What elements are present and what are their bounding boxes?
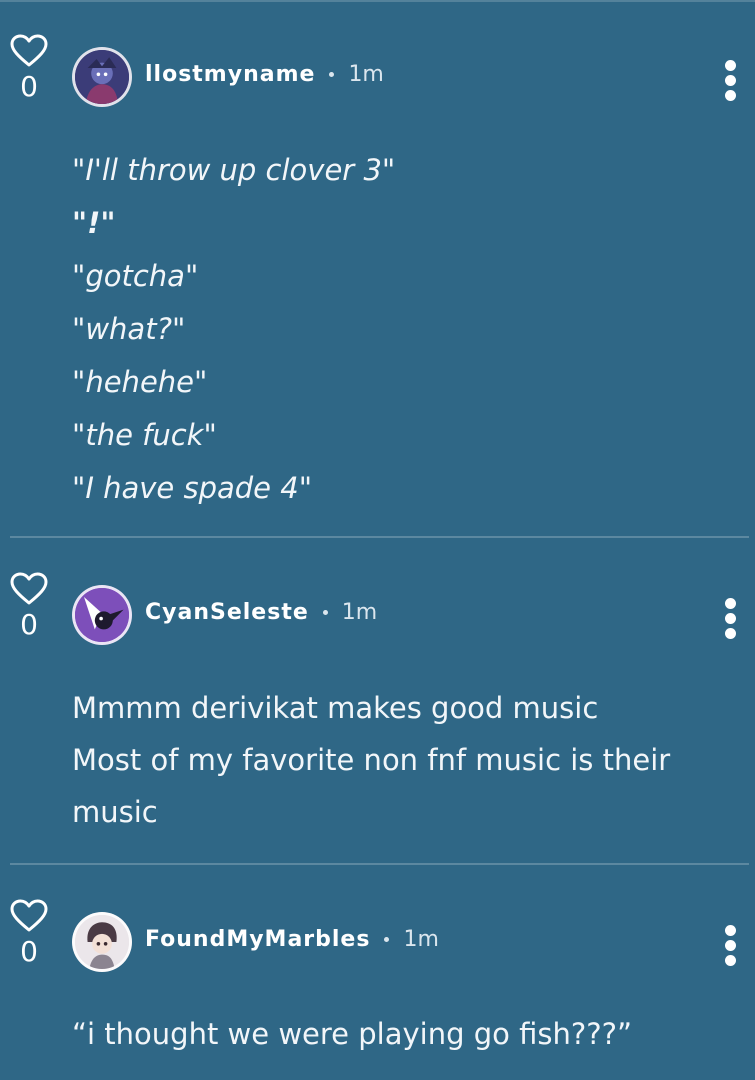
comment-line: “i thought we were playing go fish???” <box>72 1017 633 1051</box>
comment-line: "the fuck" <box>72 418 217 452</box>
comment-line: "I have spade 4" <box>72 471 313 505</box>
separator-dot <box>322 610 328 615</box>
comment-body: “i thought we were playing go fish???” <box>72 1008 715 1060</box>
like-control[interactable]: 0 <box>8 899 50 967</box>
vertical-dots-icon <box>724 925 736 936</box>
comment-meta: FoundMyMarbles 1m <box>145 927 439 952</box>
like-control[interactable]: 0 <box>8 572 50 640</box>
comment-body: "I'll throw up clover 3" "!" "gotcha" "w… <box>72 144 715 515</box>
username[interactable]: FoundMyMarbles <box>145 927 370 952</box>
comment-item: 0 CyanSeleste 1m Mmmm derivikat makes go… <box>0 538 755 865</box>
comment-line: "I'll throw up clover 3" <box>72 153 396 187</box>
username[interactable]: llostmyname <box>145 62 315 87</box>
more-options-button[interactable] <box>723 598 737 643</box>
comment-feed: 0 llostmyname 1m "I'll throw up clover 3… <box>0 0 755 1080</box>
comment-line: "what?" <box>72 312 186 346</box>
comment-line: "hehehe" <box>72 365 208 399</box>
heart-outline-icon[interactable] <box>10 572 48 606</box>
comment-line: Mmmm derivikat makes good music <box>72 691 599 725</box>
separator-dot <box>384 937 390 942</box>
like-count: 0 <box>20 70 38 103</box>
comment-line: Most of my favorite non fnf music is the… <box>72 743 671 829</box>
like-control[interactable]: 0 <box>8 34 50 102</box>
username[interactable]: CyanSeleste <box>145 600 309 625</box>
like-count: 0 <box>20 935 38 968</box>
comment-item: 0 llostmyname 1m "I'll throw up clover 3… <box>0 0 755 538</box>
more-options-button[interactable] <box>723 925 737 970</box>
like-count: 0 <box>20 608 38 641</box>
comment-line: "gotcha" <box>72 259 199 293</box>
avatar[interactable] <box>72 47 132 107</box>
comment-meta: CyanSeleste 1m <box>145 600 377 625</box>
timestamp: 1m <box>403 927 439 952</box>
comment-body: Mmmm derivikat makes good music Most of … <box>72 682 715 838</box>
timestamp: 1m <box>341 600 378 625</box>
more-options-button[interactable] <box>723 60 737 105</box>
heart-outline-icon[interactable] <box>10 34 48 68</box>
vertical-dots-icon <box>724 598 736 609</box>
comment-meta: llostmyname 1m <box>145 62 384 87</box>
timestamp: 1m <box>348 62 384 87</box>
comment-line: "!" <box>72 206 116 240</box>
comment-item: 0 FoundMyMarbles 1m “i thought we were p… <box>0 865 755 1080</box>
heart-outline-icon[interactable] <box>10 899 48 933</box>
avatar[interactable] <box>72 912 132 972</box>
separator-dot <box>329 72 335 77</box>
vertical-dots-icon <box>724 60 736 71</box>
avatar[interactable] <box>72 585 132 645</box>
